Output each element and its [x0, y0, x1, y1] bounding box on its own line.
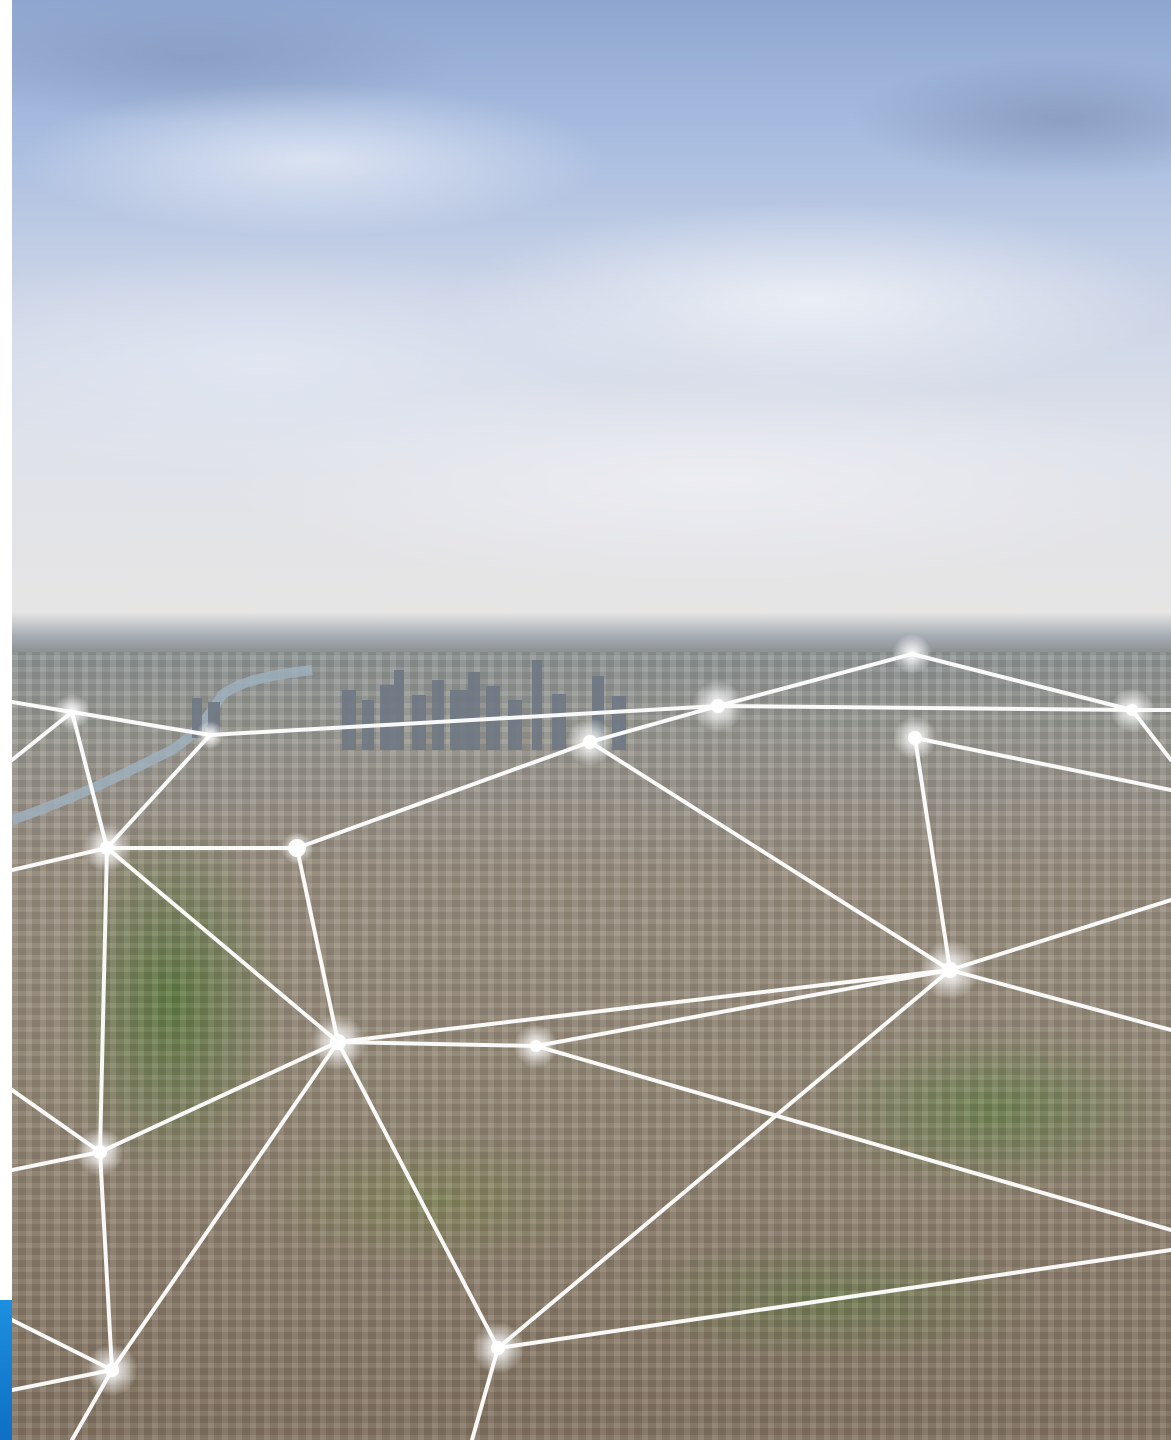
network-overlay — [12, 634, 1171, 1440]
left-margin-strip — [0, 0, 12, 1440]
blue-accent-strip — [0, 1300, 12, 1440]
network-nodes — [54, 634, 1154, 1396]
aerial-city-photo — [12, 0, 1171, 1440]
